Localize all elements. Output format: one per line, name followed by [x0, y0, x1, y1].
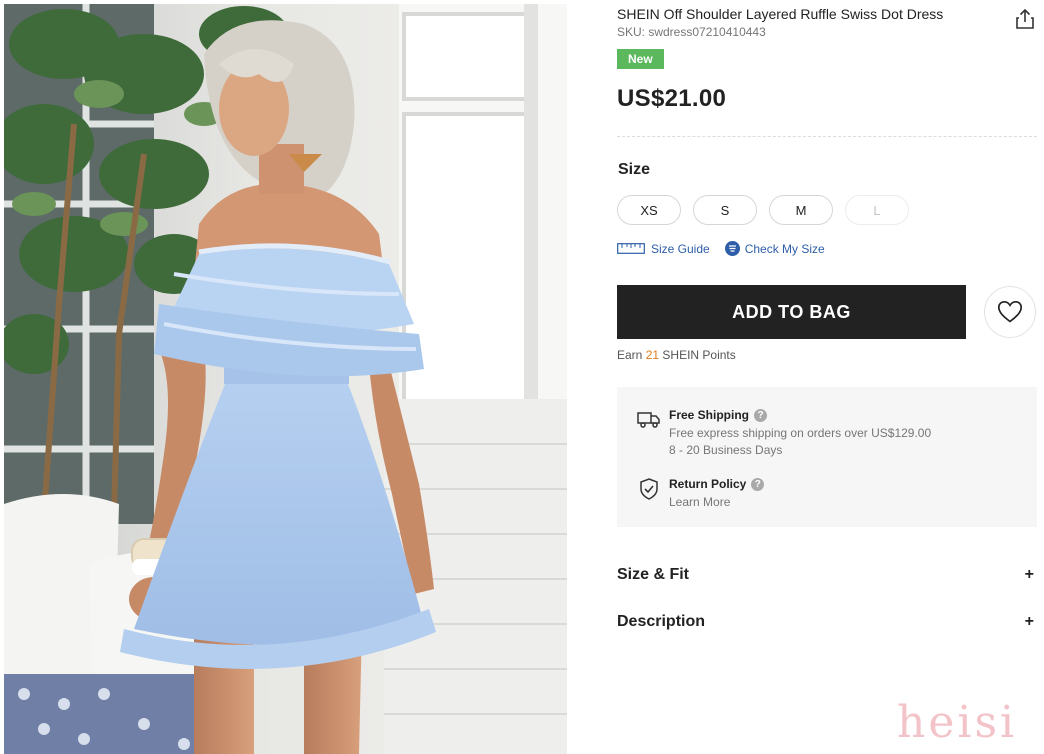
product-photo — [4, 4, 567, 754]
size-option-s[interactable]: S — [693, 195, 757, 225]
check-my-size-link[interactable]: Check My Size — [724, 241, 825, 256]
product-info-panel: SHEIN Off Shoulder Layered Ruffle Swiss … — [617, 0, 1037, 754]
size-help-links: Size Guide Check My Size — [617, 241, 825, 256]
help-icon[interactable]: ? — [754, 408, 768, 422]
free-shipping-title: Free Shipping — [669, 408, 750, 422]
accordion-size-fit[interactable]: Size & Fit + — [617, 566, 1037, 584]
return-policy-title: Return Policy — [669, 477, 747, 491]
plus-icon: + — [1024, 613, 1034, 630]
points-prefix: Earn — [617, 348, 643, 362]
product-price: US$21.00 — [617, 85, 727, 112]
share-button[interactable] — [1015, 8, 1035, 30]
product-image — [4, 4, 567, 754]
size-selector: XS S M L — [617, 195, 909, 225]
ruler-icon — [617, 243, 645, 254]
help-icon[interactable]: ? — [751, 477, 765, 491]
delivery-time: 8 - 20 Business Days — [669, 443, 783, 457]
points-info: Earn 21 SHEIN Points — [617, 348, 736, 362]
wishlist-button[interactable] — [984, 286, 1036, 338]
product-title: SHEIN Off Shoulder Layered Ruffle Swiss … — [617, 6, 944, 22]
points-suffix: SHEIN Points — [662, 348, 736, 362]
points-value: 21 — [645, 348, 660, 362]
size-heading: Size — [618, 161, 651, 178]
check-size-icon — [724, 241, 740, 256]
free-shipping-detail: Free express shipping on orders over US$… — [669, 426, 932, 440]
size-option-l[interactable]: L — [845, 195, 909, 225]
check-my-size-label: Check My Size — [744, 241, 825, 256]
size-guide-label: Size Guide — [651, 241, 710, 256]
accordion-title: Size & Fit — [617, 566, 690, 583]
divider — [617, 136, 1037, 137]
size-guide-link[interactable]: Size Guide — [617, 242, 710, 256]
truck-icon — [637, 412, 660, 428]
watermark: heisi — [897, 697, 1018, 748]
accordion-title: Description — [617, 613, 706, 630]
size-option-xs[interactable]: XS — [617, 195, 681, 225]
shipping-info-box: Free Shipping ? Free express shipping on… — [617, 387, 1037, 527]
new-badge: New — [617, 49, 664, 69]
learn-more-link[interactable]: Learn More — [669, 495, 764, 509]
shield-check-icon — [640, 478, 658, 500]
size-option-m[interactable]: M — [769, 195, 833, 225]
add-to-bag-button[interactable]: ADD TO BAG — [617, 285, 966, 339]
plus-icon: + — [1024, 566, 1034, 583]
heart-icon — [997, 300, 1023, 323]
product-sku: SKU: swdress07210410443 — [617, 25, 766, 39]
share-icon — [1016, 8, 1034, 29]
accordion-description[interactable]: Description + — [617, 613, 1037, 631]
